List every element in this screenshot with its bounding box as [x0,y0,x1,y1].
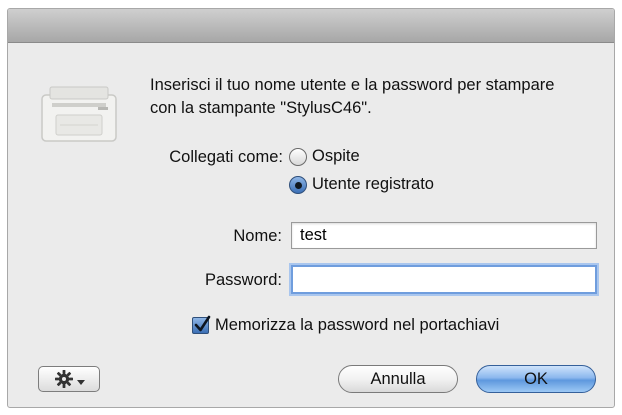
name-field[interactable] [291,222,597,249]
connect-as-label: Collegati come: [169,148,283,166]
remember-password-label: Memorizza la password nel portachiavi [215,316,500,334]
cancel-button[interactable]: Annulla [338,365,458,393]
instruction-text: Inserisci il tuo nome utente e la passwo… [150,76,555,117]
print-auth-dialog: Inserisci il tuo nome utente e la passwo… [7,8,615,408]
chevron-down-icon [76,380,85,385]
action-menu-button[interactable] [38,366,100,392]
ok-button[interactable]: OK [476,365,596,393]
radio-guest-label: Ospite [312,147,360,165]
radio-registered-user-label: Utente registrato [312,175,434,193]
radio-registered-user[interactable]: Utente registrato [289,175,434,194]
title-bar[interactable] [8,9,614,43]
radio-guest[interactable]: Ospite [289,147,360,166]
password-field[interactable] [291,265,597,294]
password-label: Password: [204,271,282,289]
radio-registered-user-control[interactable] [289,175,307,194]
remember-password-checkbox[interactable]: Memorizza la password nel portachiavi [192,315,500,335]
radio-guest-control[interactable] [289,147,307,166]
name-label: Nome: [233,227,282,245]
printer-icon [38,81,120,147]
checkmark-icon [194,315,211,332]
remember-password-check-control[interactable] [192,315,211,334]
gear-icon [54,370,73,388]
